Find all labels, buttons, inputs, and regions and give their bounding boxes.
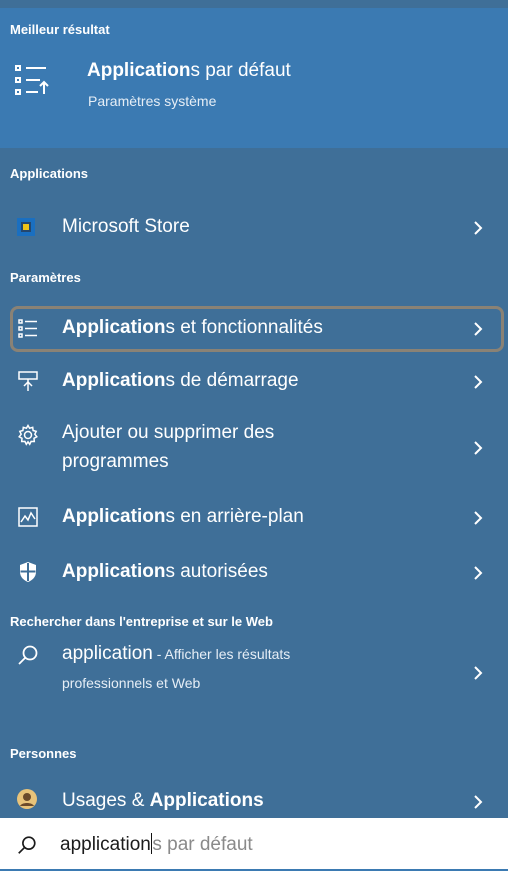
result-apps-features[interactable]: Applications et fonctionnalités [0, 306, 508, 352]
search-icon [18, 836, 36, 854]
best-match-tile[interactable]: Meilleur résultat Applications par défau… [0, 8, 508, 148]
gear-icon [18, 424, 38, 446]
search-results-panel: Meilleur résultat Applications par défau… [0, 0, 508, 818]
default-apps-icon [15, 65, 49, 95]
section-heading-personnes: Personnes [10, 746, 77, 761]
chevron-right-icon [474, 221, 483, 235]
result-label: Applications de démarrage [62, 370, 299, 391]
web-search-query: application - Afficher les résultats [62, 643, 291, 664]
chevron-right-icon [474, 511, 483, 525]
result-label: Applications autorisées [62, 561, 268, 582]
result-person-usages[interactable]: Usages & Applications [0, 779, 508, 818]
result-label: Usages & Applications [62, 790, 264, 811]
result-background-apps[interactable]: Applications en arrière-plan [0, 495, 508, 541]
result-label-line2: programmes [62, 451, 169, 472]
chevron-right-icon [474, 666, 483, 680]
result-label: Applications et fonctionnalités [62, 317, 323, 338]
chevron-right-icon [474, 566, 483, 580]
section-heading-applications: Applications [10, 166, 89, 181]
section-heading-parametres: Paramètres [10, 270, 81, 285]
chevron-right-icon [474, 441, 483, 455]
result-allowed-apps[interactable]: Applications autorisées [0, 550, 508, 596]
section-heading-best-match: Meilleur résultat [10, 22, 110, 37]
result-microsoft-store[interactable]: Microsoft Store [0, 205, 508, 251]
web-search-hint: professionnels et Web [62, 675, 201, 691]
avatar [17, 789, 37, 809]
result-label-line1: Ajouter ou supprimer des [62, 422, 275, 443]
chevron-right-icon [474, 322, 483, 336]
result-startup-apps[interactable]: Applications de démarrage [0, 359, 508, 405]
best-match-title: Applications par défaut [87, 60, 291, 81]
search-input[interactable]: applications par défaut [60, 833, 253, 856]
result-label: Applications en arrière-plan [62, 506, 304, 527]
microsoft-store-icon [17, 218, 35, 236]
best-match-subtitle: Paramètres système [88, 93, 217, 109]
background-apps-icon [18, 507, 38, 527]
apps-features-icon [18, 319, 37, 338]
result-label: Microsoft Store [62, 216, 190, 237]
search-box[interactable]: applications par défaut [0, 818, 508, 871]
shield-icon [20, 562, 36, 582]
result-web-search[interactable]: application - Afficher les résultats pro… [0, 640, 508, 720]
chevron-right-icon [474, 795, 483, 809]
autocomplete-suggestion: s par défaut [152, 834, 253, 855]
startup-icon [18, 371, 38, 391]
search-icon [18, 645, 38, 665]
chevron-right-icon [474, 375, 483, 389]
result-add-remove-programs[interactable]: Ajouter ou supprimer des programmes [0, 413, 508, 483]
section-heading-web: Rechercher dans l'entreprise et sur le W… [10, 614, 273, 629]
